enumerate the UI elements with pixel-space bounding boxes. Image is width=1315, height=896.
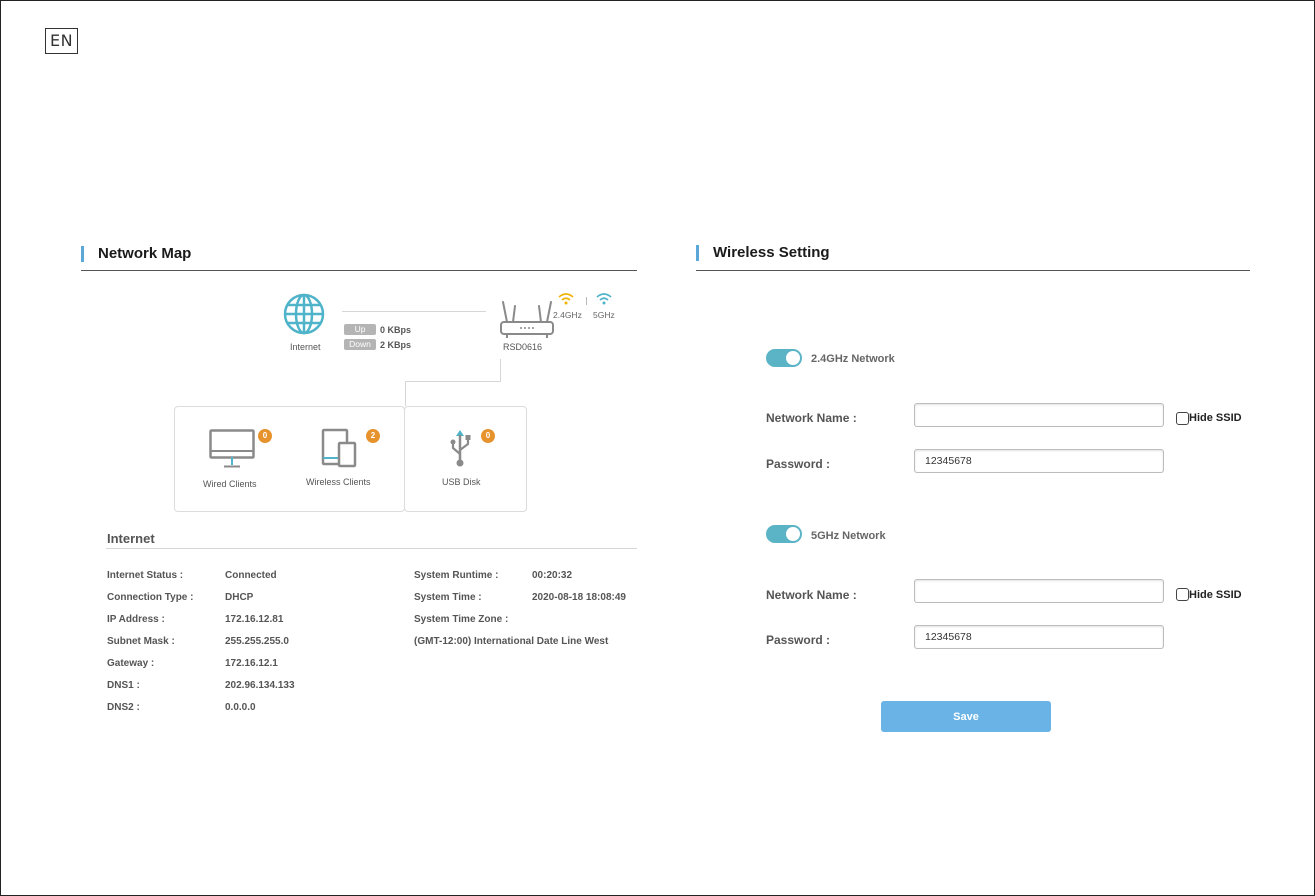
- system-time-value: 2020-08-18 18:08:49: [532, 592, 626, 603]
- system-timezone-label: System Time Zone :: [414, 614, 509, 625]
- toggle-knob: [786, 351, 800, 365]
- hide-ssid-5-label[interactable]: Hide SSID: [1189, 589, 1242, 601]
- connection-type-value: DHCP: [225, 592, 254, 603]
- network-map-title: Network Map: [81, 246, 191, 262]
- band-24ghz-label: 2.4GHz: [553, 310, 582, 320]
- wifi-24ghz-icon: [558, 293, 574, 305]
- internet-status-value: Connected: [225, 570, 277, 581]
- gateway-label: Gateway :: [107, 658, 155, 669]
- wired-clients-label[interactable]: Wired Clients: [203, 479, 257, 489]
- globe-icon: [283, 293, 325, 335]
- download-tag: Down: [344, 339, 376, 350]
- dns1-label: DNS1 :: [107, 680, 140, 691]
- upload-speed: 0 KBps: [380, 325, 412, 335]
- ip-address-label: IP Address :: [107, 614, 165, 625]
- upload-tag: Up: [344, 324, 376, 335]
- wireless-clients-label[interactable]: Wireless Clients: [306, 477, 371, 487]
- usb-count-badge: 0: [481, 429, 495, 443]
- network-5ghz-label: 5GHz Network: [811, 530, 886, 542]
- toggle-5ghz-network[interactable]: [766, 525, 802, 543]
- clients-drop-line: [405, 381, 406, 406]
- band-separator: [586, 297, 587, 305]
- wifi-5ghz-icon: [596, 293, 612, 305]
- internet-label: Internet: [290, 342, 321, 352]
- devices-icon[interactable]: [321, 428, 357, 468]
- save-button[interactable]: Save: [881, 701, 1051, 732]
- language-selector[interactable]: EN: [45, 28, 78, 54]
- subnet-mask-label: Subnet Mask :: [107, 636, 175, 647]
- ip-address-value: 172.16.12.81: [225, 614, 284, 625]
- hide-ssid-5-checkbox[interactable]: [1176, 588, 1189, 601]
- network-map-rule: [81, 270, 637, 271]
- dns1-value: 202.96.134.133: [225, 680, 295, 691]
- system-runtime-label: System Runtime :: [414, 570, 499, 581]
- network-name-24-label: Network Name :: [766, 411, 857, 425]
- password-5-label: Password :: [766, 633, 831, 647]
- subnet-mask-value: 255.255.255.0: [225, 636, 289, 647]
- wireless-count-badge: 2: [366, 429, 380, 443]
- router-drop-line: [500, 359, 501, 381]
- network-24ghz-label: 2.4GHz Network: [811, 353, 895, 365]
- internet-section-rule: [106, 548, 637, 549]
- password-24-input[interactable]: [914, 449, 1164, 473]
- usb-icon[interactable]: [449, 428, 475, 468]
- toggle-24ghz-network[interactable]: [766, 349, 802, 367]
- network-name-5-input[interactable]: [914, 579, 1164, 603]
- wireless-setting-title: Wireless Setting: [696, 245, 830, 261]
- system-timezone-value: (GMT-12:00) International Date Line West: [414, 636, 609, 647]
- network-name-5-label: Network Name :: [766, 588, 857, 602]
- router-name: RSD0616: [503, 342, 543, 352]
- wired-count-badge: 0: [258, 429, 272, 443]
- router-branch-line: [405, 381, 501, 382]
- internet-router-link: [342, 311, 486, 312]
- download-speed: 2 KBps: [380, 340, 412, 350]
- network-name-24-input[interactable]: [914, 403, 1164, 427]
- internet-section-title: Internet: [107, 531, 155, 546]
- password-24-label: Password :: [766, 457, 831, 471]
- connection-type-label: Connection Type :: [107, 592, 194, 603]
- system-runtime-value: 00:20:32: [532, 570, 573, 581]
- password-5-input[interactable]: [914, 625, 1164, 649]
- internet-status-label: Internet Status :: [107, 570, 184, 581]
- band-5ghz-label: 5GHz: [593, 310, 615, 320]
- toggle-knob: [786, 527, 800, 541]
- dns2-value: 0.0.0.0: [225, 702, 256, 713]
- gateway-value: 172.16.12.1: [225, 658, 278, 669]
- system-time-label: System Time :: [414, 592, 482, 603]
- monitor-icon[interactable]: [209, 429, 255, 469]
- usb-disk-label[interactable]: USB Disk: [442, 477, 481, 487]
- dns2-label: DNS2 :: [107, 702, 140, 713]
- router-icon[interactable]: [497, 300, 557, 340]
- hide-ssid-24-checkbox[interactable]: [1176, 412, 1189, 425]
- wireless-setting-rule: [696, 270, 1250, 271]
- hide-ssid-24-label[interactable]: Hide SSID: [1189, 412, 1242, 424]
